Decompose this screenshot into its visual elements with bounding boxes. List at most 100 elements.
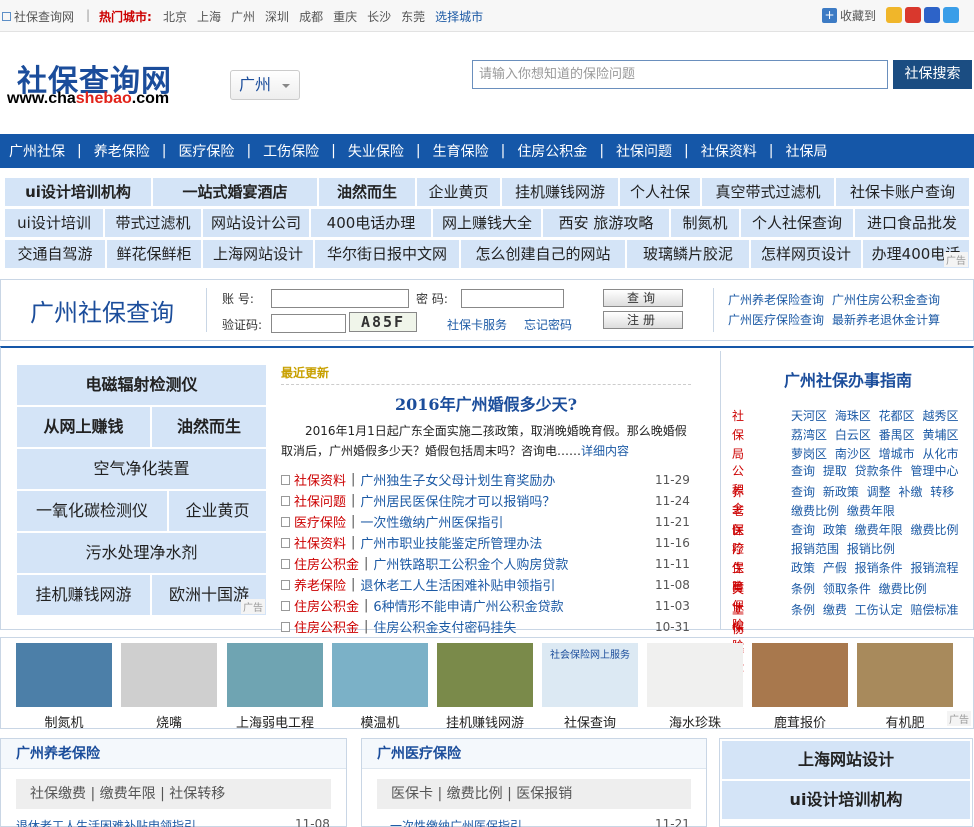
nav-item[interactable]: 社保资料 — [701, 141, 757, 161]
picture-ad[interactable]: 制氮机 — [16, 643, 112, 731]
paw-icon[interactable] — [924, 7, 940, 23]
bookmark-star-icon[interactable] — [886, 7, 902, 23]
ad-link[interactable]: 个人社保 — [619, 177, 701, 207]
password-input[interactable] — [461, 289, 564, 308]
guide-links[interactable]: 查询 政策 缴费年限 缴费比例 报销范围 报销比例 — [791, 521, 971, 559]
ad-link[interactable]: 一氧化碳检测仪 — [16, 490, 168, 532]
city-link[interactable]: 上海 — [197, 8, 221, 25]
ad-link[interactable]: 污水处理净水剂 — [16, 532, 267, 574]
ad-link[interactable]: 从网上赚钱 — [16, 406, 151, 448]
list-item[interactable]: 社保资料 | 广州独生子女父母计划生育奖励办 11-29 — [281, 469, 691, 490]
list-item[interactable]: 社保资料 | 广州市职业技能鉴定所管理办法 11-16 — [281, 532, 691, 553]
help-icon[interactable] — [943, 7, 959, 23]
picture-ad[interactable]: 有机肥 — [857, 643, 953, 731]
search-input[interactable]: 请输入你想知道的保险问题 — [472, 60, 888, 89]
nav-item[interactable]: 医疗保险 — [178, 141, 234, 161]
ad-link[interactable]: 上海网站设计 — [202, 239, 314, 269]
ad-link[interactable]: 挂机赚钱网游 — [16, 574, 151, 616]
guide-links[interactable]: 天河区 海珠区 花都区 越秀区 荔湾区 白云区 番禺区 黄埔区 萝岗区 南沙区 … — [791, 407, 971, 464]
quick-link[interactable]: 最新养老退休金计算 — [832, 311, 940, 328]
nav-item[interactable]: 住房公积金 — [517, 141, 587, 161]
box-sublinks[interactable]: 医保卡 | 缴费比例 | 医保报销 — [377, 779, 691, 809]
ad-link[interactable]: 玻璃鳞片胶泥 — [626, 239, 750, 269]
ad-link[interactable]: 电磁辐射检测仪 — [16, 364, 267, 406]
nav-item[interactable]: 广州社保 — [9, 141, 65, 161]
guide-links[interactable]: 政策 产假 报销条件 报销流程 — [791, 559, 971, 578]
city-link[interactable]: 深圳 — [265, 8, 289, 25]
ad-link[interactable]: 个人社保查询 — [740, 208, 854, 238]
ad-link[interactable]: 制氮机 — [670, 208, 740, 238]
picture-ad[interactable]: 烧嘴 — [121, 643, 217, 731]
ad-link[interactable]: 鲜花保鲜柜 — [106, 239, 202, 269]
box-title[interactable]: 广州养老保险 — [1, 739, 346, 769]
search-button[interactable]: 社保搜索 — [893, 60, 972, 89]
guide-links[interactable]: 查询 提取 贷款条件 管理中心 — [791, 462, 971, 481]
city-link[interactable]: 广州 — [231, 8, 255, 25]
list-item[interactable]: 养老保险 | 退休老工人生活困难补贴申领指引 11-08 — [281, 574, 691, 595]
query-button[interactable]: 查询 — [603, 289, 683, 307]
box-title[interactable]: 广州医疗保险 — [362, 739, 706, 769]
nav-item[interactable]: 社保局 — [785, 141, 827, 161]
ad-link[interactable]: 社保卡账户查询 — [835, 177, 970, 207]
ad-link[interactable]: 挂机赚钱网游 — [501, 177, 619, 207]
ad-link[interactable]: ui设计培训机构 — [722, 781, 970, 819]
ad-link[interactable]: 空气净化装置 — [16, 448, 267, 490]
list-item[interactable]: 退休老工人生活困难补贴申领指引 — [16, 817, 196, 827]
city-select[interactable]: 广州 — [230, 70, 300, 100]
ad-link[interactable]: 上海网站设计 — [722, 741, 970, 779]
home-link[interactable]: 社保查询网 — [2, 8, 74, 25]
list-item[interactable]: 社保问题 | 广州居民医保住院才可以报销吗？ 11-24 — [281, 490, 691, 511]
ad-link[interactable]: 油然而生 — [151, 406, 267, 448]
city-link[interactable]: 成都 — [299, 8, 323, 25]
account-input[interactable] — [271, 289, 409, 308]
choose-city-link[interactable]: 选择城市 — [435, 8, 483, 25]
ad-link[interactable]: 带式过滤机 — [104, 208, 202, 238]
list-item[interactable]: 住房公积金 | 6种情形不能申请广州公积金贷款 11-03 — [281, 595, 691, 616]
quick-link[interactable]: 广州养老保险查询 — [728, 291, 824, 308]
nav-item[interactable]: 生育保险 — [433, 141, 489, 161]
register-button[interactable]: 注册 — [603, 311, 683, 329]
picture-ad[interactable]: 上海弱电工程 — [227, 643, 323, 731]
nav-item[interactable]: 失业保险 — [348, 141, 404, 161]
ad-link[interactable]: ui设计培训机构 — [4, 177, 152, 207]
nav-item[interactable]: 工伤保险 — [263, 141, 319, 161]
favorite-button[interactable]: + 收藏到 — [822, 7, 876, 24]
captcha-input[interactable] — [271, 314, 346, 333]
ad-link[interactable]: 网上赚钱大全 — [432, 208, 542, 238]
ad-link[interactable]: ui设计培训 — [4, 208, 104, 238]
picture-ad[interactable]: 海水珍珠 — [647, 643, 743, 731]
ad-link[interactable]: 真空带式过滤机 — [701, 177, 835, 207]
city-link[interactable]: 北京 — [163, 8, 187, 25]
city-link[interactable]: 长沙 — [367, 8, 391, 25]
quick-link[interactable]: 广州住房公积金查询 — [832, 291, 940, 308]
ad-link[interactable]: 西安 旅游攻略 — [542, 208, 670, 238]
read-more-link[interactable]: 详细内容 — [581, 444, 629, 458]
ad-link[interactable]: 网站设计公司 — [202, 208, 310, 238]
nav-item[interactable]: 社保问题 — [616, 141, 672, 161]
forgot-password-link[interactable]: 忘记密码 — [524, 316, 572, 333]
ad-link[interactable]: 怎么创建自己的网站 — [460, 239, 626, 269]
ad-link[interactable]: 400电话办理 — [310, 208, 432, 238]
ad-link[interactable]: 交通自驾游 — [4, 239, 106, 269]
ad-link[interactable]: 企业黄页 — [416, 177, 501, 207]
quick-link[interactable]: 广州医疗保险查询 — [728, 311, 824, 328]
ad-link[interactable]: 油然而生 — [318, 177, 416, 207]
ad-link[interactable]: 进口食品批发 — [854, 208, 970, 238]
guide-links[interactable]: 条例 缴费 工伤认定 赔偿标准 — [791, 601, 971, 620]
picture-ad[interactable]: 挂机赚钱网游 — [437, 643, 533, 731]
ad-link[interactable]: 一站式婚宴酒店 — [152, 177, 318, 207]
news-headline[interactable]: 2016年广州婚假多少天? — [281, 391, 691, 415]
list-item[interactable]: 医疗保险 | 一次性缴纳广州医保指引 11-21 — [281, 511, 691, 532]
ad-link[interactable]: 企业黄页 — [168, 490, 267, 532]
guide-links[interactable]: 查询 新政策 调整 补缴 转移 缴费比例 缴费年限 — [791, 483, 971, 521]
ad-link[interactable]: 怎样网页设计 — [750, 239, 862, 269]
picture-ad[interactable]: 鹿茸报价 — [752, 643, 848, 731]
ad-link[interactable]: 华尔街日报中文网 — [314, 239, 460, 269]
nav-item[interactable]: 养老保险 — [94, 141, 150, 161]
share-site-icon[interactable] — [905, 7, 921, 23]
guide-links[interactable]: 条例 领取条件 缴费比例 — [791, 580, 971, 599]
box-sublinks[interactable]: 社保缴费 | 缴费年限 | 社保转移 — [16, 779, 331, 809]
captcha-image[interactable]: A85F — [349, 312, 417, 332]
card-service-link[interactable]: 社保卡服务 — [447, 316, 507, 333]
city-link[interactable]: 重庆 — [333, 8, 357, 25]
